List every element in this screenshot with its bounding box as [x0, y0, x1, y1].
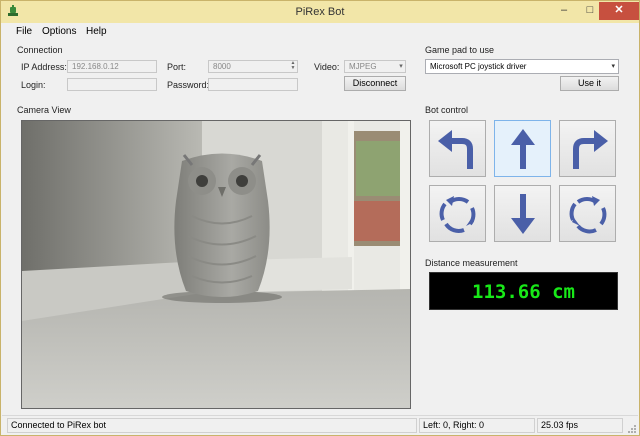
turn-left-forward-button[interactable] — [429, 120, 486, 177]
menu-help[interactable]: Help — [86, 26, 107, 37]
disconnect-button[interactable]: Disconnect — [344, 76, 406, 91]
gamepad-select[interactable]: Microsoft PC joystick driver ▾ — [425, 59, 619, 74]
backward-button[interactable] — [494, 185, 551, 242]
rotate-left-button[interactable] — [429, 185, 486, 242]
port-field[interactable]: 8000 ▲ ▼ — [208, 60, 298, 73]
use-gamepad-button[interactable]: Use it — [560, 76, 619, 91]
turn-right-forward-button[interactable] — [559, 120, 616, 177]
forward-button[interactable] — [494, 120, 551, 177]
bot-control-group-label: Bot control — [425, 105, 469, 115]
distance-display: 113.66 cm — [429, 272, 618, 310]
ip-address-field[interactable]: 192.168.0.12 — [67, 60, 157, 73]
menu-file[interactable]: File — [16, 26, 32, 37]
fps-status: 25.03 fps — [537, 418, 623, 433]
window-title: PiRex Bot — [295, 6, 345, 18]
motor-status: Left: 0, Right: 0 — [419, 418, 535, 433]
port-label: Port: — [167, 62, 187, 72]
video-label: Video: — [314, 62, 340, 72]
app-window: PiRex Bot – □ ✕ File Options Help Connec… — [0, 0, 640, 436]
video-value: MJPEG — [349, 62, 377, 71]
distance-group-label: Distance measurement — [425, 258, 518, 268]
close-button[interactable]: ✕ — [599, 2, 639, 20]
connection-status: Connected to PiRex bot — [7, 418, 417, 433]
camera-group-label: Camera View — [17, 105, 71, 115]
title-bar[interactable]: PiRex Bot – □ ✕ — [1, 1, 639, 23]
password-label: Password: — [167, 80, 210, 90]
arrow-turn-right-icon — [573, 130, 608, 169]
minimize-button[interactable]: – — [551, 2, 577, 20]
login-label: Login: — [21, 80, 46, 90]
gamepad-group-label: Game pad to use — [425, 45, 495, 55]
menu-bar: File Options Help — [2, 23, 638, 41]
login-field[interactable] — [67, 78, 157, 91]
rotate-clockwise-icon — [569, 196, 607, 234]
gamepad-selected: Microsoft PC joystick driver — [430, 62, 527, 71]
arrow-turn-left-icon — [438, 130, 473, 169]
menu-options[interactable]: Options — [42, 26, 76, 37]
resize-grip-icon[interactable] — [627, 424, 637, 434]
camera-view — [21, 120, 411, 409]
arrow-up-icon — [511, 129, 535, 169]
port-value: 8000 — [213, 62, 231, 71]
rotate-right-button[interactable] — [559, 185, 616, 242]
chevron-down-icon: ▾ — [399, 63, 403, 70]
rotate-counterclockwise-icon — [439, 196, 476, 233]
ip-address-label: IP Address: — [21, 62, 67, 72]
connection-group-label: Connection — [17, 45, 63, 55]
chevron-down-icon: ▾ — [611, 63, 615, 70]
camera-image — [22, 121, 410, 408]
status-bar: Connected to PiRex bot Left: 0, Right: 0… — [2, 415, 638, 435]
distance-value: 113.66 cm — [472, 281, 575, 303]
password-field[interactable] — [208, 78, 298, 91]
port-spin-icon[interactable]: ▲ ▼ — [289, 61, 297, 72]
video-select[interactable]: MJPEG ▾ — [344, 60, 406, 73]
arrow-down-icon — [511, 194, 535, 234]
